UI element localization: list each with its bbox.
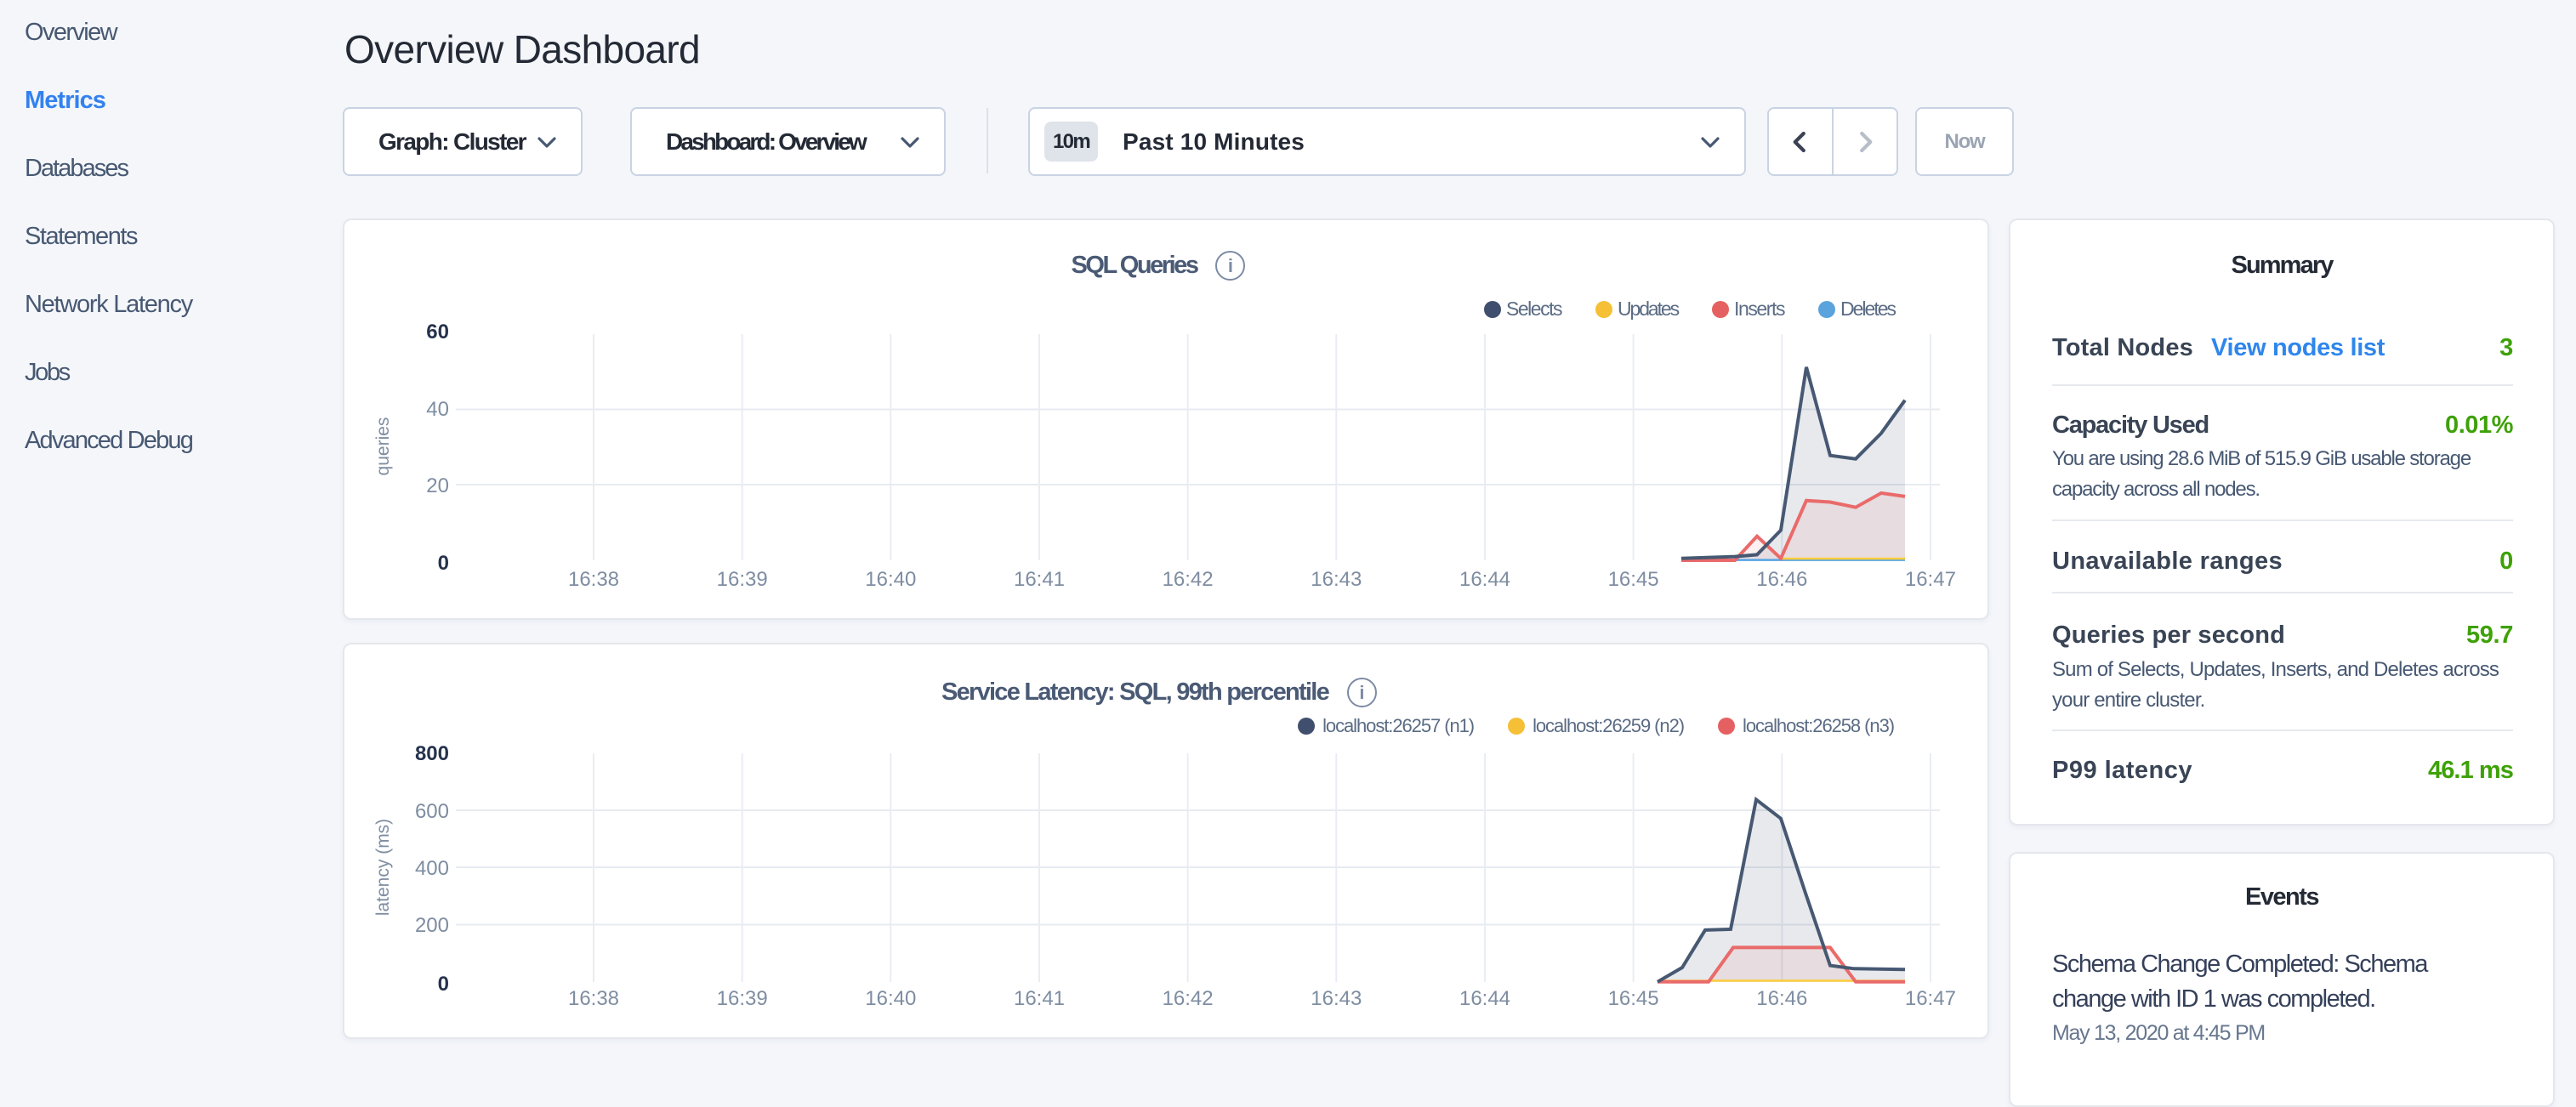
svg-text:16:43: 16:43 [1311, 987, 1362, 1010]
svg-text:16:47: 16:47 [1905, 568, 1956, 591]
svg-text:16:40: 16:40 [865, 987, 916, 1010]
svg-text:16:39: 16:39 [717, 987, 768, 1010]
svg-text:16:45: 16:45 [1608, 568, 1659, 591]
svg-text:16:42: 16:42 [1163, 568, 1214, 591]
svg-text:queries: queries [373, 417, 393, 476]
svg-text:60: 60 [426, 321, 449, 343]
svg-text:16:38: 16:38 [568, 568, 619, 591]
svg-text:16:47: 16:47 [1905, 987, 1956, 1010]
svg-text:400: 400 [415, 857, 449, 880]
svg-text:16:46: 16:46 [1756, 568, 1807, 591]
svg-text:16:41: 16:41 [1014, 568, 1065, 591]
svg-text:16:41: 16:41 [1014, 987, 1065, 1010]
svg-text:16:44: 16:44 [1459, 987, 1510, 1010]
svg-text:16:43: 16:43 [1311, 568, 1362, 591]
svg-text:latency (ms): latency (ms) [373, 819, 393, 916]
svg-text:600: 600 [415, 800, 449, 823]
svg-text:16:45: 16:45 [1608, 987, 1659, 1010]
svg-text:16:39: 16:39 [717, 568, 768, 591]
svg-text:200: 200 [415, 914, 449, 937]
svg-text:16:46: 16:46 [1756, 987, 1807, 1010]
svg-text:16:38: 16:38 [568, 987, 619, 1010]
svg-text:20: 20 [426, 474, 449, 497]
svg-text:16:42: 16:42 [1163, 987, 1214, 1010]
svg-text:16:40: 16:40 [865, 568, 916, 591]
svg-text:40: 40 [426, 398, 449, 421]
svg-text:0: 0 [438, 552, 449, 575]
svg-text:16:44: 16:44 [1459, 568, 1510, 591]
svg-text:0: 0 [438, 973, 449, 996]
svg-text:800: 800 [415, 742, 449, 765]
